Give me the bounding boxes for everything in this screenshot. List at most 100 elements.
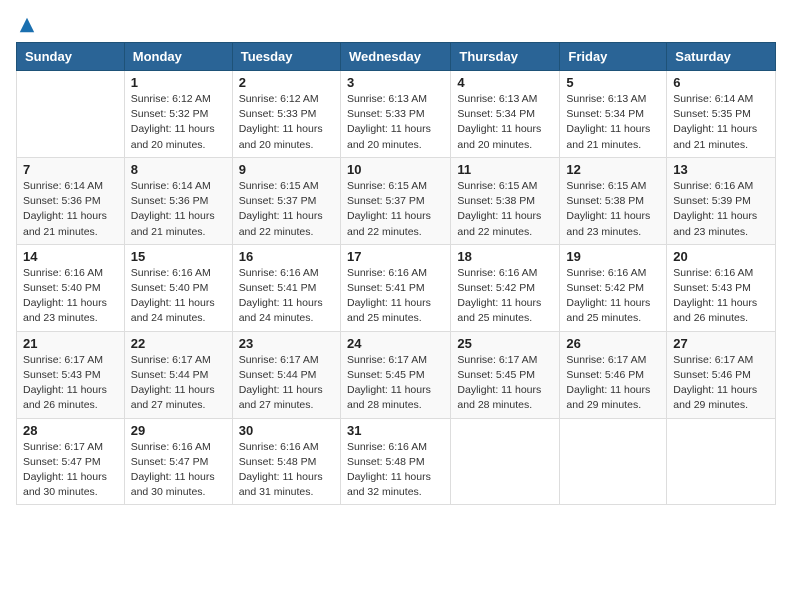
logo-icon	[18, 16, 36, 34]
logo	[16, 16, 36, 34]
calendar-cell: 7 Sunrise: 6:14 AMSunset: 5:36 PMDaylight…	[17, 157, 125, 244]
page-header	[16, 16, 776, 34]
calendar-cell	[560, 418, 667, 505]
calendar-cell: 22 Sunrise: 6:17 AMSunset: 5:44 PMDayligh…	[124, 331, 232, 418]
day-info: Sunrise: 6:16 AMSunset: 5:43 PMDaylight:…	[673, 266, 769, 327]
day-info: Sunrise: 6:14 AMSunset: 5:36 PMDaylight:…	[131, 179, 226, 240]
day-info: Sunrise: 6:15 AMSunset: 5:37 PMDaylight:…	[347, 179, 444, 240]
calendar-cell	[17, 71, 125, 158]
calendar-cell: 6 Sunrise: 6:14 AMSunset: 5:35 PMDaylight…	[667, 71, 776, 158]
day-number: 16	[239, 249, 334, 264]
day-info: Sunrise: 6:13 AMSunset: 5:34 PMDaylight:…	[457, 92, 553, 153]
day-info: Sunrise: 6:13 AMSunset: 5:34 PMDaylight:…	[566, 92, 660, 153]
calendar-cell	[667, 418, 776, 505]
day-info: Sunrise: 6:16 AMSunset: 5:40 PMDaylight:…	[23, 266, 118, 327]
calendar-cell: 14 Sunrise: 6:16 AMSunset: 5:40 PMDayligh…	[17, 244, 125, 331]
day-number: 18	[457, 249, 553, 264]
weekday-header-monday: Monday	[124, 43, 232, 71]
day-number: 7	[23, 162, 118, 177]
day-info: Sunrise: 6:16 AMSunset: 5:40 PMDaylight:…	[131, 266, 226, 327]
day-number: 1	[131, 75, 226, 90]
weekday-header-saturday: Saturday	[667, 43, 776, 71]
calendar-cell: 13 Sunrise: 6:16 AMSunset: 5:39 PMDayligh…	[667, 157, 776, 244]
calendar-cell: 21 Sunrise: 6:17 AMSunset: 5:43 PMDayligh…	[17, 331, 125, 418]
calendar-cell: 28 Sunrise: 6:17 AMSunset: 5:47 PMDayligh…	[17, 418, 125, 505]
day-info: Sunrise: 6:14 AMSunset: 5:35 PMDaylight:…	[673, 92, 769, 153]
day-number: 2	[239, 75, 334, 90]
day-number: 24	[347, 336, 444, 351]
day-number: 28	[23, 423, 118, 438]
day-info: Sunrise: 6:16 AMSunset: 5:48 PMDaylight:…	[239, 440, 334, 501]
day-number: 12	[566, 162, 660, 177]
calendar-cell: 9 Sunrise: 6:15 AMSunset: 5:37 PMDaylight…	[232, 157, 340, 244]
day-number: 23	[239, 336, 334, 351]
calendar-cell: 17Sunrise: 6:16 AMSunset: 5:41 PMDayligh…	[340, 244, 450, 331]
calendar-cell: 15 Sunrise: 6:16 AMSunset: 5:40 PMDayligh…	[124, 244, 232, 331]
day-info: Sunrise: 6:17 AMSunset: 5:45 PMDaylight:…	[457, 353, 553, 414]
weekday-header-sunday: Sunday	[17, 43, 125, 71]
day-number: 20	[673, 249, 769, 264]
day-info: Sunrise: 6:15 AMSunset: 5:37 PMDaylight:…	[239, 179, 334, 240]
calendar-cell: 4 Sunrise: 6:13 AMSunset: 5:34 PMDaylight…	[451, 71, 560, 158]
day-info: Sunrise: 6:17 AMSunset: 5:44 PMDaylight:…	[239, 353, 334, 414]
day-info: Sunrise: 6:16 AMSunset: 5:41 PMDaylight:…	[347, 266, 444, 327]
weekday-header-row: SundayMondayTuesdayWednesdayThursdayFrid…	[17, 43, 776, 71]
day-number: 10	[347, 162, 444, 177]
week-row-1: 1 Sunrise: 6:12 AMSunset: 5:32 PMDaylight…	[17, 71, 776, 158]
calendar-cell: 16 Sunrise: 6:16 AMSunset: 5:41 PMDayligh…	[232, 244, 340, 331]
calendar-cell: 30 Sunrise: 6:16 AMSunset: 5:48 PMDayligh…	[232, 418, 340, 505]
day-info: Sunrise: 6:17 AMSunset: 5:43 PMDaylight:…	[23, 353, 118, 414]
day-info: Sunrise: 6:16 AMSunset: 5:47 PMDaylight:…	[131, 440, 226, 501]
weekday-header-wednesday: Wednesday	[340, 43, 450, 71]
calendar-cell: 2 Sunrise: 6:12 AMSunset: 5:33 PMDaylight…	[232, 71, 340, 158]
day-number: 14	[23, 249, 118, 264]
weekday-header-tuesday: Tuesday	[232, 43, 340, 71]
day-info: Sunrise: 6:17 AMSunset: 5:44 PMDaylight:…	[131, 353, 226, 414]
day-info: Sunrise: 6:16 AMSunset: 5:42 PMDaylight:…	[566, 266, 660, 327]
calendar-cell: 25 Sunrise: 6:17 AMSunset: 5:45 PMDayligh…	[451, 331, 560, 418]
calendar-cell: 1 Sunrise: 6:12 AMSunset: 5:32 PMDaylight…	[124, 71, 232, 158]
calendar-cell: 19 Sunrise: 6:16 AMSunset: 5:42 PMDayligh…	[560, 244, 667, 331]
calendar-cell: 18 Sunrise: 6:16 AMSunset: 5:42 PMDayligh…	[451, 244, 560, 331]
day-info: Sunrise: 6:12 AMSunset: 5:32 PMDaylight:…	[131, 92, 226, 153]
week-row-3: 14 Sunrise: 6:16 AMSunset: 5:40 PMDayligh…	[17, 244, 776, 331]
day-info: Sunrise: 6:16 AMSunset: 5:42 PMDaylight:…	[457, 266, 553, 327]
calendar-cell: 5 Sunrise: 6:13 AMSunset: 5:34 PMDaylight…	[560, 71, 667, 158]
calendar-cell: 31Sunrise: 6:16 AMSunset: 5:48 PMDayligh…	[340, 418, 450, 505]
day-info: Sunrise: 6:16 AMSunset: 5:39 PMDaylight:…	[673, 179, 769, 240]
day-info: Sunrise: 6:16 AMSunset: 5:48 PMDaylight:…	[347, 440, 444, 501]
day-number: 26	[566, 336, 660, 351]
day-number: 11	[457, 162, 553, 177]
day-number: 8	[131, 162, 226, 177]
day-number: 6	[673, 75, 769, 90]
calendar-cell: 12Sunrise: 6:15 AMSunset: 5:38 PMDayligh…	[560, 157, 667, 244]
day-info: Sunrise: 6:16 AMSunset: 5:41 PMDaylight:…	[239, 266, 334, 327]
day-number: 4	[457, 75, 553, 90]
day-number: 19	[566, 249, 660, 264]
calendar-cell: 11Sunrise: 6:15 AMSunset: 5:38 PMDayligh…	[451, 157, 560, 244]
calendar-table: SundayMondayTuesdayWednesdayThursdayFrid…	[16, 42, 776, 505]
day-number: 13	[673, 162, 769, 177]
calendar-cell: 24Sunrise: 6:17 AMSunset: 5:45 PMDayligh…	[340, 331, 450, 418]
day-info: Sunrise: 6:17 AMSunset: 5:47 PMDaylight:…	[23, 440, 118, 501]
day-number: 3	[347, 75, 444, 90]
day-info: Sunrise: 6:13 AMSunset: 5:33 PMDaylight:…	[347, 92, 444, 153]
calendar-cell	[451, 418, 560, 505]
weekday-header-friday: Friday	[560, 43, 667, 71]
calendar-cell: 3 Sunrise: 6:13 AMSunset: 5:33 PMDaylight…	[340, 71, 450, 158]
day-number: 27	[673, 336, 769, 351]
calendar-cell: 10 Sunrise: 6:15 AMSunset: 5:37 PMDayligh…	[340, 157, 450, 244]
day-number: 22	[131, 336, 226, 351]
weekday-header-thursday: Thursday	[451, 43, 560, 71]
calendar-cell: 8 Sunrise: 6:14 AMSunset: 5:36 PMDaylight…	[124, 157, 232, 244]
day-number: 15	[131, 249, 226, 264]
day-info: Sunrise: 6:14 AMSunset: 5:36 PMDaylight:…	[23, 179, 118, 240]
day-number: 29	[131, 423, 226, 438]
day-info: Sunrise: 6:12 AMSunset: 5:33 PMDaylight:…	[239, 92, 334, 153]
day-number: 30	[239, 423, 334, 438]
day-number: 25	[457, 336, 553, 351]
day-number: 9	[239, 162, 334, 177]
calendar-cell: 23 Sunrise: 6:17 AMSunset: 5:44 PMDayligh…	[232, 331, 340, 418]
day-number: 21	[23, 336, 118, 351]
day-number: 5	[566, 75, 660, 90]
